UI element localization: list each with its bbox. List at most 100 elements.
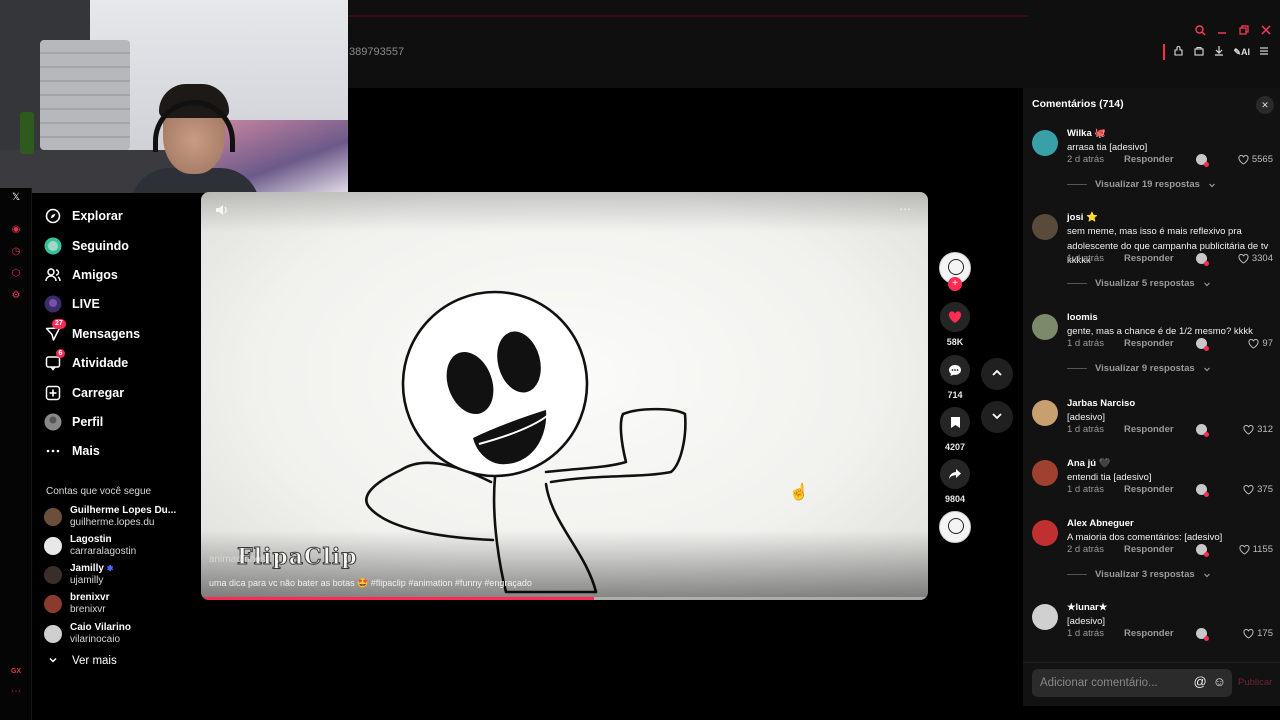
comment-like-button[interactable]: 5565 [1238,154,1273,165]
extensions-icon[interactable] [1173,45,1185,60]
comment-username[interactable]: josi ⭐ [1067,212,1098,223]
reply-button[interactable]: Responder [1124,253,1174,264]
url-fragment[interactable]: 389793557 [349,46,404,58]
view-replies-button[interactable]: Visualizar 3 respostas [1067,569,1211,580]
comment-button[interactable]: 714 [938,355,972,400]
comment-like-button[interactable]: 175 [1243,628,1273,639]
record-icon[interactable]: ◉ [10,224,22,236]
reply-button[interactable]: Responder [1124,154,1174,165]
video-more-icon[interactable]: ⋯ [899,202,912,216]
like-button[interactable]: 58K [938,302,972,347]
view-replies-button[interactable]: Visualizar 5 respostas [1067,278,1211,289]
gx-icon[interactable]: GX [10,666,22,678]
mention-icon[interactable]: @ [1194,674,1207,689]
creator-liked-icon [1195,424,1209,437]
nav-amigos[interactable]: Amigos [44,263,118,287]
comment-input[interactable]: Adicionar comentário... @ ☺ [1032,669,1232,697]
comment-like-button[interactable]: 3304 [1238,253,1273,264]
comment-time: 1 d atrás [1067,253,1104,264]
view-replies-button[interactable]: Visualizar 9 respostas [1067,363,1211,374]
publish-button[interactable]: Publicar [1238,677,1272,688]
restore-icon[interactable] [1238,22,1250,38]
save-button[interactable]: 4207 [938,407,972,452]
comment-username[interactable]: ★lunar★ [1067,602,1107,613]
previous-video-button[interactable] [981,358,1013,390]
reply-button[interactable]: Responder [1124,424,1174,435]
comment-username[interactable]: Jarbas Narciso [1067,398,1135,409]
comment-username[interactable]: Alex Abneguer [1067,518,1134,529]
commenter-avatar[interactable] [1032,130,1058,156]
volume-icon[interactable] [215,204,229,219]
sound-disc-icon [939,511,971,543]
comment-username[interactable]: Wilka 🐙 [1067,128,1106,139]
comment-like-button[interactable]: 97 [1248,338,1273,349]
search-icon[interactable] [1194,22,1206,38]
nav-carregar[interactable]: Carregar [44,381,124,405]
comment-username[interactable]: Ana jú 🖤 [1067,458,1111,469]
upload-icon [44,384,62,402]
see-more-button[interactable]: Ver mais [48,655,117,668]
following-account-1[interactable]: Lagostin carraralagostin [44,534,136,558]
comment-like-button[interactable]: 375 [1243,484,1273,495]
account-name-text: Jamilly [70,563,104,574]
nav-mensagens[interactable]: 27 Mensagens [44,319,141,346]
wallet-icon[interactable] [1193,45,1205,60]
commenter-avatar[interactable] [1032,214,1058,240]
sound-disc-button[interactable] [938,511,972,543]
share-button[interactable]: 9804 [938,459,972,504]
view-replies-button[interactable]: Visualizar 19 respostas [1067,179,1216,190]
comment-like-button[interactable]: 312 [1243,424,1273,435]
x-icon[interactable]: 𝕏 [10,192,22,204]
following-account-3[interactable]: brenixvr brenixvr [44,592,109,616]
nav-live[interactable]: LIVE [44,292,100,316]
close-window-icon[interactable] [1260,22,1272,38]
compass-icon [44,207,62,225]
reply-button[interactable]: Responder [1124,338,1174,349]
following-account-0[interactable]: Guilherme Lopes Du... guilherme.lopes.du [44,505,176,529]
reply-button[interactable]: Responder [1124,484,1174,495]
commenter-avatar[interactable] [1032,520,1058,546]
following-account-2[interactable]: Jamilly ✱ ujamilly [44,563,113,587]
nav-atividade[interactable]: 6 Atividade [44,349,128,375]
nav-perfil[interactable]: Perfil [44,410,103,434]
browser-toolbar: ✎AI [1163,44,1270,60]
account-text: Guilherme Lopes Du... guilherme.lopes.du [70,505,176,529]
comment-username[interactable]: loomis [1067,312,1098,323]
video-player[interactable]: ⋯ FlipaClip animadinhos uma dica para vc… [201,192,928,600]
live-dot-icon: ✱ [106,564,114,573]
history-icon[interactable]: ◷ [10,246,22,258]
following-account-4[interactable]: Caio Vilarino vilarinocaio [44,622,131,646]
extensions-rail-icon[interactable]: ⬡ [10,268,22,280]
close-icon[interactable]: ✕ [1256,96,1274,114]
commenter-avatar[interactable] [1032,604,1058,630]
creator-avatar-button[interactable]: + [938,252,972,291]
video-author[interactable]: animadinhos [209,554,266,565]
share-count: 9804 [944,494,966,504]
hand-cursor-icon: ☝ [789,484,809,501]
nav-label: Mensagens [72,327,141,341]
chevron-down-icon [1208,183,1215,187]
settings-icon[interactable]: ⚙ [10,290,22,302]
nav-seguindo[interactable]: Seguindo [44,234,129,258]
ai-icon[interactable]: ✎AI [1233,47,1250,58]
comment-time: 1 d atrás [1067,484,1104,495]
reply-button[interactable]: Responder [1124,544,1174,555]
commenter-avatar[interactable] [1032,400,1058,426]
menu-icon[interactable] [1258,45,1270,60]
nav-mais[interactable]: Mais [44,439,100,463]
video-progress-bar[interactable] [201,597,928,600]
nav-label: Explorar [72,209,123,223]
commenter-avatar[interactable] [1032,460,1058,486]
reply-button[interactable]: Responder [1124,628,1174,639]
download-icon[interactable] [1213,45,1225,60]
comment-like-button[interactable]: 1155 [1239,544,1273,555]
more-rail-icon[interactable]: ⋯ [10,686,22,698]
next-video-button[interactable] [981,401,1013,433]
commenter-avatar[interactable] [1032,314,1058,340]
minimize-icon[interactable] [1216,22,1228,38]
emoji-icon[interactable]: ☺ [1213,674,1226,689]
creator-liked-icon [1195,628,1209,641]
nav-explorar[interactable]: Explorar [44,204,123,228]
follow-plus-icon[interactable]: + [948,277,962,291]
messages-icon: 27 [44,319,66,343]
